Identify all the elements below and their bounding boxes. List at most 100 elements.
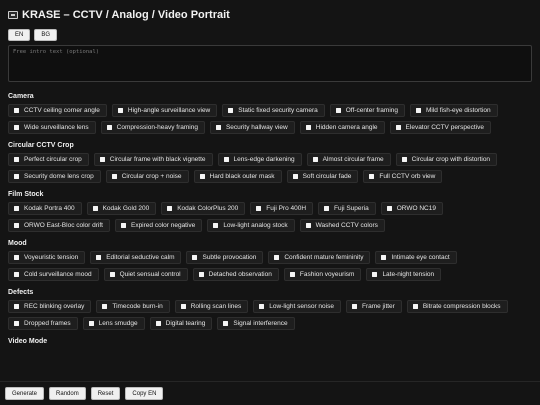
checkbox-icon[interactable] xyxy=(259,304,265,309)
checkbox-icon[interactable] xyxy=(14,304,19,309)
checkbox-icon[interactable] xyxy=(96,255,102,260)
checkbox-icon[interactable] xyxy=(335,108,341,113)
option-chip[interactable]: REC blinking overlay xyxy=(8,300,92,313)
option-chip[interactable]: Signal interference xyxy=(217,317,295,330)
option-chip[interactable]: Timecode burn-in xyxy=(96,300,170,313)
option-chip[interactable]: CCTV ceiling corner angle xyxy=(8,104,107,117)
checkbox-icon[interactable] xyxy=(155,321,161,326)
checkbox-icon[interactable] xyxy=(120,223,126,228)
checkbox-icon[interactable] xyxy=(401,157,407,162)
option-chip[interactable]: Voyeuristic tension xyxy=(8,251,86,264)
checkbox-icon[interactable] xyxy=(386,206,392,211)
language-button-en[interactable]: EN xyxy=(8,29,31,41)
option-chip[interactable]: Wide surveillance lens xyxy=(8,121,96,134)
option-chip[interactable]: Intimate eye contact xyxy=(375,251,457,264)
option-chip[interactable]: Dropped frames xyxy=(8,317,78,330)
option-chip[interactable]: Cold surveillance mood xyxy=(8,268,99,281)
option-chip[interactable]: Frame jitter xyxy=(345,300,402,313)
option-chip[interactable]: ORWO East-Bloc color drift xyxy=(8,219,110,232)
checkbox-icon[interactable] xyxy=(14,174,19,179)
option-chip[interactable]: Static fixed security camera xyxy=(222,104,325,117)
option-chip[interactable]: Circular crop with distortion xyxy=(395,153,498,166)
option-chip[interactable]: Detached observation xyxy=(192,268,279,281)
option-chip[interactable]: Perfect circular crop xyxy=(8,153,89,166)
checkbox-icon[interactable] xyxy=(14,321,19,326)
checkbox-icon[interactable] xyxy=(199,174,205,179)
checkbox-icon[interactable] xyxy=(223,321,229,326)
option-chip[interactable]: Mild fish-eye distortion xyxy=(410,104,498,117)
checkbox-icon[interactable] xyxy=(88,321,94,326)
option-chip[interactable]: Low-light sensor noise xyxy=(253,300,341,313)
option-chip[interactable]: Fuji Superia xyxy=(318,202,376,215)
option-chip[interactable]: High-angle surveillance view xyxy=(111,104,218,117)
checkbox-icon[interactable] xyxy=(369,174,375,179)
checkbox-icon[interactable] xyxy=(256,206,262,211)
option-chip[interactable]: Circular frame with black vignette xyxy=(93,153,213,166)
checkbox-icon[interactable] xyxy=(117,108,123,113)
checkbox-icon[interactable] xyxy=(395,125,401,130)
checkbox-icon[interactable] xyxy=(14,157,19,162)
checkbox-icon[interactable] xyxy=(223,157,229,162)
option-chip[interactable]: Full CCTV orb view xyxy=(363,170,443,183)
checkbox-icon[interactable] xyxy=(274,255,280,260)
copy-en-button[interactable]: Copy EN xyxy=(125,387,164,400)
reset-button[interactable]: Reset xyxy=(90,387,121,400)
checkbox-icon[interactable] xyxy=(14,255,19,260)
checkbox-icon[interactable] xyxy=(102,304,108,309)
checkbox-icon[interactable] xyxy=(381,255,387,260)
option-chip[interactable]: Digital tearing xyxy=(149,317,213,330)
option-chip[interactable]: Rolling scan lines xyxy=(174,300,249,313)
option-chip[interactable]: Kodak Gold 200 xyxy=(86,202,157,215)
checkbox-icon[interactable] xyxy=(351,304,357,309)
option-chip[interactable]: Subtle provocation xyxy=(186,251,264,264)
checkbox-icon[interactable] xyxy=(228,108,234,113)
option-chip[interactable]: Almost circular frame xyxy=(306,153,391,166)
checkbox-icon[interactable] xyxy=(14,206,19,211)
option-chip[interactable]: Off-center framing xyxy=(329,104,405,117)
checkbox-icon[interactable] xyxy=(92,206,98,211)
checkbox-icon[interactable] xyxy=(324,206,330,211)
option-chip[interactable]: Bitrate compression blocks xyxy=(406,300,508,313)
checkbox-icon[interactable] xyxy=(292,174,298,179)
checkbox-icon[interactable] xyxy=(289,272,295,277)
checkbox-icon[interactable] xyxy=(180,304,186,309)
checkbox-icon[interactable] xyxy=(14,108,19,113)
option-chip[interactable]: Hard black outer mask xyxy=(193,170,282,183)
option-chip[interactable]: Soft circular fade xyxy=(286,170,359,183)
option-chip[interactable]: Low-light analog stock xyxy=(207,219,295,232)
checkbox-icon[interactable] xyxy=(215,125,221,130)
language-button-bg[interactable]: BG xyxy=(34,29,58,41)
random-button[interactable]: Random xyxy=(49,387,86,400)
option-chip[interactable]: Washed CCTV colors xyxy=(299,219,385,232)
checkbox-icon[interactable] xyxy=(198,272,204,277)
generate-button[interactable]: Generate xyxy=(5,387,45,400)
option-chip[interactable]: Fuji Pro 400H xyxy=(250,202,314,215)
checkbox-icon[interactable] xyxy=(312,157,318,162)
option-chip[interactable]: Compression-heavy framing xyxy=(100,121,205,134)
option-chip[interactable]: Confident mature femininity xyxy=(268,251,371,264)
checkbox-icon[interactable] xyxy=(213,223,219,228)
option-chip[interactable]: Kodak ColorPlus 200 xyxy=(161,202,246,215)
option-chip[interactable]: Circular crop + noise xyxy=(105,170,189,183)
checkbox-icon[interactable] xyxy=(305,125,311,130)
option-chip[interactable]: Elevator CCTV perspective xyxy=(389,121,491,134)
checkbox-icon[interactable] xyxy=(14,125,19,130)
checkbox-icon[interactable] xyxy=(167,206,173,211)
checkbox-icon[interactable] xyxy=(111,174,117,179)
option-chip[interactable]: Kodak Portra 400 xyxy=(8,202,82,215)
checkbox-icon[interactable] xyxy=(412,304,418,309)
checkbox-icon[interactable] xyxy=(305,223,311,228)
option-chip[interactable]: Security hallway view xyxy=(209,121,295,134)
option-chip[interactable]: Security dome lens crop xyxy=(8,170,101,183)
option-chip[interactable]: ORWO NC19 xyxy=(380,202,443,215)
option-chip[interactable]: Lens-edge darkening xyxy=(217,153,302,166)
option-chip[interactable]: Fashion voyeurism xyxy=(283,268,362,281)
checkbox-icon[interactable] xyxy=(109,272,115,277)
checkbox-icon[interactable] xyxy=(106,125,112,130)
checkbox-icon[interactable] xyxy=(14,223,19,228)
option-chip[interactable]: Editorial seductive calm xyxy=(90,251,182,264)
option-chip[interactable]: Lens smudge xyxy=(82,317,145,330)
checkbox-icon[interactable] xyxy=(372,272,378,277)
checkbox-icon[interactable] xyxy=(416,108,421,113)
intro-textarea[interactable]: Free intro text (optional) xyxy=(8,45,532,82)
